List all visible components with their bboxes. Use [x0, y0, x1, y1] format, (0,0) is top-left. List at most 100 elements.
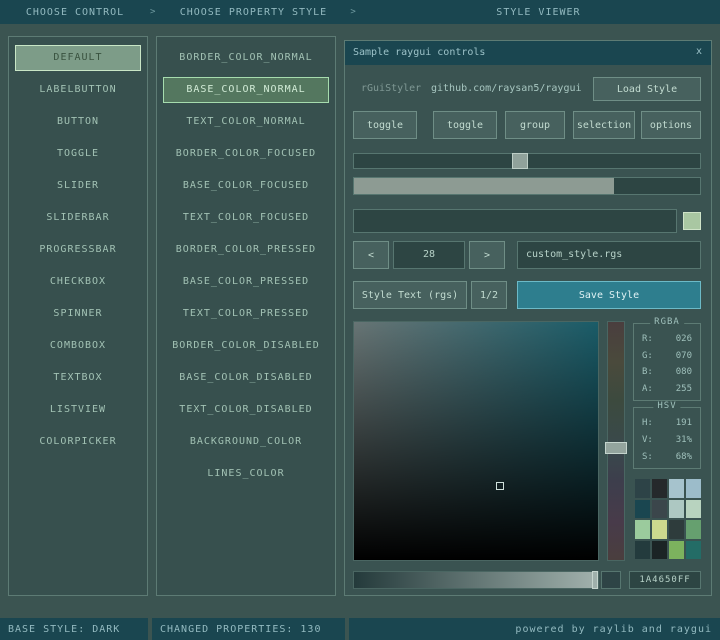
color-picker-panel[interactable] — [353, 321, 599, 561]
palette-swatch[interactable] — [686, 479, 701, 498]
control-item-labelbutton[interactable]: LABELBUTTON — [15, 77, 141, 103]
palette-swatch[interactable] — [669, 500, 684, 519]
palette-swatch[interactable] — [635, 541, 650, 560]
value-row: A:255 — [642, 384, 692, 394]
control-item-listview[interactable]: LISTVIEW — [15, 397, 141, 423]
close-icon[interactable]: x — [691, 45, 707, 61]
page-toggle[interactable]: 1/2 — [471, 281, 507, 309]
save-style-button[interactable]: Save Style — [517, 281, 701, 309]
hsv-values: H:191 V:31% S:68% — [642, 418, 692, 462]
property-item-background_color[interactable]: BACKGROUND_COLOR — [163, 429, 329, 455]
slider-handle[interactable] — [512, 153, 528, 169]
spinner-value[interactable]: 28 — [393, 241, 465, 269]
palette-swatch[interactable] — [652, 541, 667, 560]
property-item-border_color_pressed[interactable]: BORDER_COLOR_PRESSED — [163, 237, 329, 263]
property-item-text_color_pressed[interactable]: TEXT_COLOR_PRESSED — [163, 301, 329, 327]
control-item-button[interactable]: BUTTON — [15, 109, 141, 135]
property-item-border_color_disabled[interactable]: BORDER_COLOR_DISABLED — [163, 333, 329, 359]
property-item-text_color_normal[interactable]: TEXT_COLOR_NORMAL — [163, 109, 329, 135]
color-picker-cursor[interactable] — [496, 482, 504, 490]
value-row: V:31% — [642, 435, 692, 445]
control-item-sliderbar[interactable]: SLIDERBAR — [15, 205, 141, 231]
palette-swatch[interactable] — [635, 500, 650, 519]
hsv-group: HSV H:191V:31%S:68% — [633, 407, 701, 469]
palette-swatch[interactable] — [669, 479, 684, 498]
palette-swatch[interactable] — [669, 520, 684, 539]
alpha-slider-handle[interactable] — [592, 571, 598, 589]
sample-progressbar — [353, 177, 701, 195]
value-row: S:68% — [642, 452, 692, 462]
property-item-text_color_disabled[interactable]: TEXT_COLOR_DISABLED — [163, 397, 329, 423]
hue-slider-handle[interactable] — [605, 442, 627, 454]
color-palette — [635, 479, 701, 559]
property-item-base_color_normal[interactable]: BASE_COLOR_NORMAL — [163, 77, 329, 103]
breadcrumb-choose-control: CHOOSE CONTROL — [0, 7, 150, 18]
toggle-button-group[interactable]: group — [505, 111, 565, 139]
filename-textbox[interactable]: custom_style.rgs — [517, 241, 701, 269]
toggle-button-toggle[interactable]: toggle — [433, 111, 497, 139]
control-item-default[interactable]: DEFAULT — [15, 45, 141, 71]
palette-swatch[interactable] — [652, 479, 667, 498]
rgba-group-title: RGBA — [650, 317, 684, 327]
toggle-button-selection[interactable]: selection — [573, 111, 635, 139]
property-item-text_color_focused[interactable]: TEXT_COLOR_FOCUSED — [163, 205, 329, 231]
properties-panel: BORDER_COLOR_NORMAL BASE_COLOR_NORMAL TEXT… — [156, 36, 336, 596]
toggle-button-toggle[interactable]: toggle — [353, 111, 417, 139]
property-item-base_color_disabled[interactable]: BASE_COLOR_DISABLED — [163, 365, 329, 391]
palette-swatch[interactable] — [686, 520, 701, 539]
window-title: Sample raygui controls — [353, 47, 485, 58]
status-powered-by: powered by raylib and raygui — [349, 618, 720, 640]
control-item-textbox[interactable]: TEXTBOX — [15, 365, 141, 391]
hex-value-textbox[interactable]: 1A4650FF — [629, 571, 701, 589]
control-item-toggle[interactable]: TOGGLE — [15, 141, 141, 167]
text-color-chip[interactable] — [683, 212, 701, 230]
value-row: R:026 — [642, 334, 692, 344]
properties-list: BORDER_COLOR_NORMAL BASE_COLOR_NORMAL TEXT… — [163, 45, 329, 487]
style-text-toggle[interactable]: Style Text (rgs) — [353, 281, 467, 309]
control-item-colorpicker[interactable]: COLORPICKER — [15, 429, 141, 455]
hsv-group-title: HSV — [653, 401, 680, 411]
controls-panel: DEFAULT LABELBUTTON BUTTON TOGGLE SLIDER SLID… — [8, 36, 148, 596]
control-item-slider[interactable]: SLIDER — [15, 173, 141, 199]
styler-label: rGuiStyler — [361, 77, 421, 101]
load-style-button[interactable]: Load Style — [593, 77, 701, 101]
control-item-checkbox[interactable]: CHECKBOX — [15, 269, 141, 295]
rgba-values: R:026 G:070 B:080 A:255 — [642, 334, 692, 394]
controls-list: DEFAULT LABELBUTTON BUTTON TOGGLE SLIDER SLID… — [15, 45, 141, 455]
value-row: G:070 — [642, 351, 692, 361]
control-item-spinner[interactable]: SPINNER — [15, 301, 141, 327]
property-item-lines_color[interactable]: LINES_COLOR — [163, 461, 329, 487]
value-row: B:080 — [642, 367, 692, 377]
value-row: H:191 — [642, 418, 692, 428]
property-item-border_color_focused[interactable]: BORDER_COLOR_FOCUSED — [163, 141, 329, 167]
status-changed-properties: CHANGED PROPERTIES: 130 — [152, 618, 345, 640]
palette-swatch[interactable] — [652, 520, 667, 539]
window-titlebar[interactable]: Sample raygui controls x — [345, 41, 711, 65]
control-item-progressbar[interactable]: PROGRESSBAR — [15, 237, 141, 263]
spinner-increment-button[interactable]: > — [469, 241, 505, 269]
palette-swatch[interactable] — [669, 541, 684, 560]
repo-link-label[interactable]: github.com/raysan5/raygui — [431, 77, 582, 101]
property-item-base_color_focused[interactable]: BASE_COLOR_FOCUSED — [163, 173, 329, 199]
sample-slider[interactable] — [353, 153, 701, 169]
sample-window: Sample raygui controls x rGuiStyler gith… — [344, 40, 712, 596]
palette-swatch[interactable] — [686, 541, 701, 560]
alpha-slider[interactable] — [353, 571, 599, 589]
control-item-combobox[interactable]: COMBOBOX — [15, 333, 141, 359]
palette-swatch[interactable] — [635, 479, 650, 498]
spinner-decrement-button[interactable]: < — [353, 241, 389, 269]
property-item-border_color_normal[interactable]: BORDER_COLOR_NORMAL — [163, 45, 329, 71]
color-preview-box[interactable] — [601, 571, 621, 589]
progressbar-fill — [354, 178, 614, 194]
property-item-base_color_pressed[interactable]: BASE_COLOR_PRESSED — [163, 269, 329, 295]
palette-swatch[interactable] — [635, 520, 650, 539]
breadcrumb-choose-property-style: CHOOSE PROPERTY STYLE — [156, 7, 350, 18]
status-bar: BASE STYLE: DARK CHANGED PROPERTIES: 130… — [0, 618, 720, 640]
breadcrumb-style-viewer: STYLE VIEWER — [357, 7, 720, 18]
sample-textbox[interactable] — [353, 209, 677, 233]
toggle-button-options[interactable]: options — [641, 111, 701, 139]
breadcrumb-bar: CHOOSE CONTROL > CHOOSE PROPERTY STYLE >… — [0, 0, 720, 24]
palette-swatch[interactable] — [652, 500, 667, 519]
hue-slider[interactable] — [607, 321, 625, 561]
palette-swatch[interactable] — [686, 500, 701, 519]
